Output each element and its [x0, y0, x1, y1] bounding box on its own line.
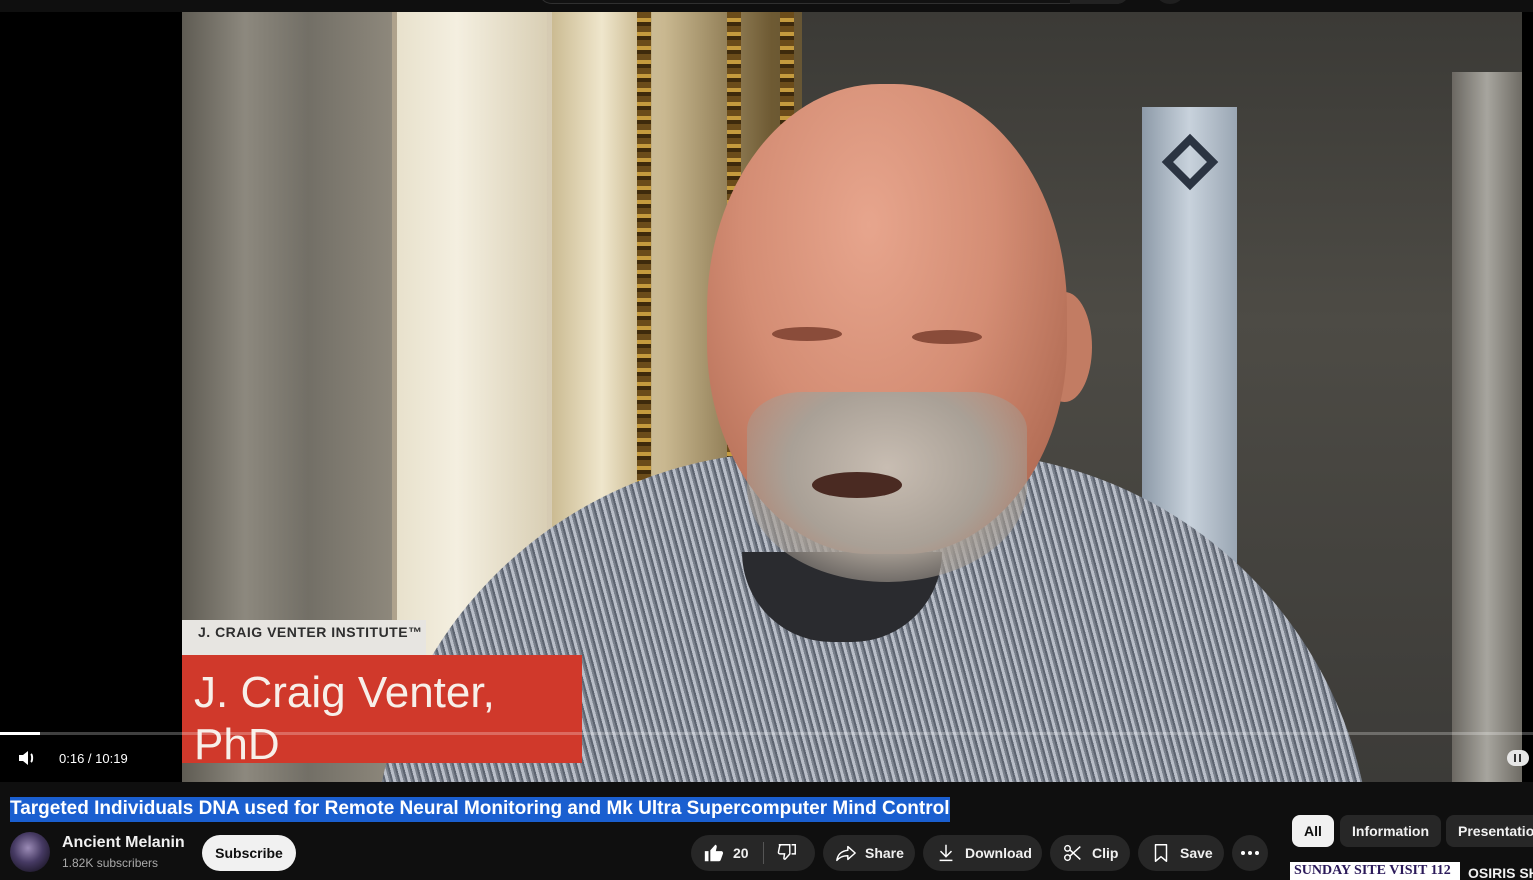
video-title: Targeted Individuals DNA used for Remote…	[10, 797, 950, 822]
voice-search-button[interactable]	[1156, 0, 1184, 4]
share-button[interactable]: Share	[823, 835, 915, 871]
search-input[interactable]	[538, 0, 1130, 4]
more-horiz-icon	[1240, 850, 1260, 856]
like-dislike-group: 20	[691, 835, 815, 871]
clip-label: Clip	[1092, 845, 1119, 861]
progress-bar[interactable]	[0, 732, 1533, 735]
curtain-far-right	[1452, 72, 1522, 782]
video-title-row: Targeted Individuals DNA used for Remote…	[10, 797, 950, 822]
lower-third-institute: J. CRAIG VENTER INSTITUTE™	[182, 620, 426, 656]
chip-all[interactable]: All	[1292, 815, 1334, 847]
speaker-eye	[912, 330, 982, 344]
thumbnail-text: SUNDAY SITE VISIT 112	[1294, 863, 1451, 878]
speaker-eye	[772, 327, 842, 341]
pause-icon[interactable]	[1507, 750, 1529, 766]
like-button[interactable]: 20	[691, 835, 749, 871]
subscribe-button[interactable]: Subscribe	[202, 835, 296, 871]
download-button[interactable]: Download	[923, 835, 1042, 871]
recommended-video-thumbnail[interactable]: SUNDAY SITE VISIT 112	[1290, 862, 1460, 880]
volume-icon[interactable]	[14, 746, 40, 770]
download-label: Download	[965, 845, 1032, 861]
scissors-icon	[1062, 842, 1084, 864]
clip-button[interactable]: Clip	[1050, 835, 1130, 871]
chip-information[interactable]: Information	[1340, 815, 1441, 847]
institute-label: J. CRAIG VENTER INSTITUTE™	[198, 624, 423, 640]
recommended-video-title[interactable]: OSIRIS SH	[1468, 865, 1533, 880]
bookmark-icon	[1150, 842, 1172, 864]
progress-fill	[0, 732, 40, 735]
dislike-button[interactable]	[764, 835, 798, 871]
time-display: 0:16 / 10:19	[59, 751, 128, 766]
avatar[interactable]	[10, 832, 50, 872]
share-label: Share	[865, 845, 904, 861]
share-icon	[835, 842, 857, 864]
speaker-mouth	[812, 472, 902, 498]
video-frame[interactable]: J. CRAIG VENTER INSTITUTE™ J. Craig Vent…	[182, 12, 1522, 782]
more-actions-button[interactable]	[1232, 835, 1268, 871]
chip-presentation[interactable]: Presentation	[1446, 815, 1533, 847]
thumbs-down-icon	[776, 842, 798, 864]
save-label: Save	[1180, 845, 1213, 861]
top-bar	[0, 0, 1533, 12]
search-button[interactable]	[1070, 0, 1130, 4]
video-player[interactable]: J. CRAIG VENTER INSTITUTE™ J. Craig Vent…	[0, 12, 1533, 782]
subscriber-count: 1.82K subscribers	[62, 856, 159, 870]
save-button[interactable]: Save	[1138, 835, 1224, 871]
thumbs-up-icon	[703, 842, 725, 864]
player-controls: 0:16 / 10:19	[0, 740, 1533, 776]
download-icon	[935, 842, 957, 864]
channel-name[interactable]: Ancient Melanin	[62, 834, 185, 852]
like-count: 20	[733, 845, 749, 861]
